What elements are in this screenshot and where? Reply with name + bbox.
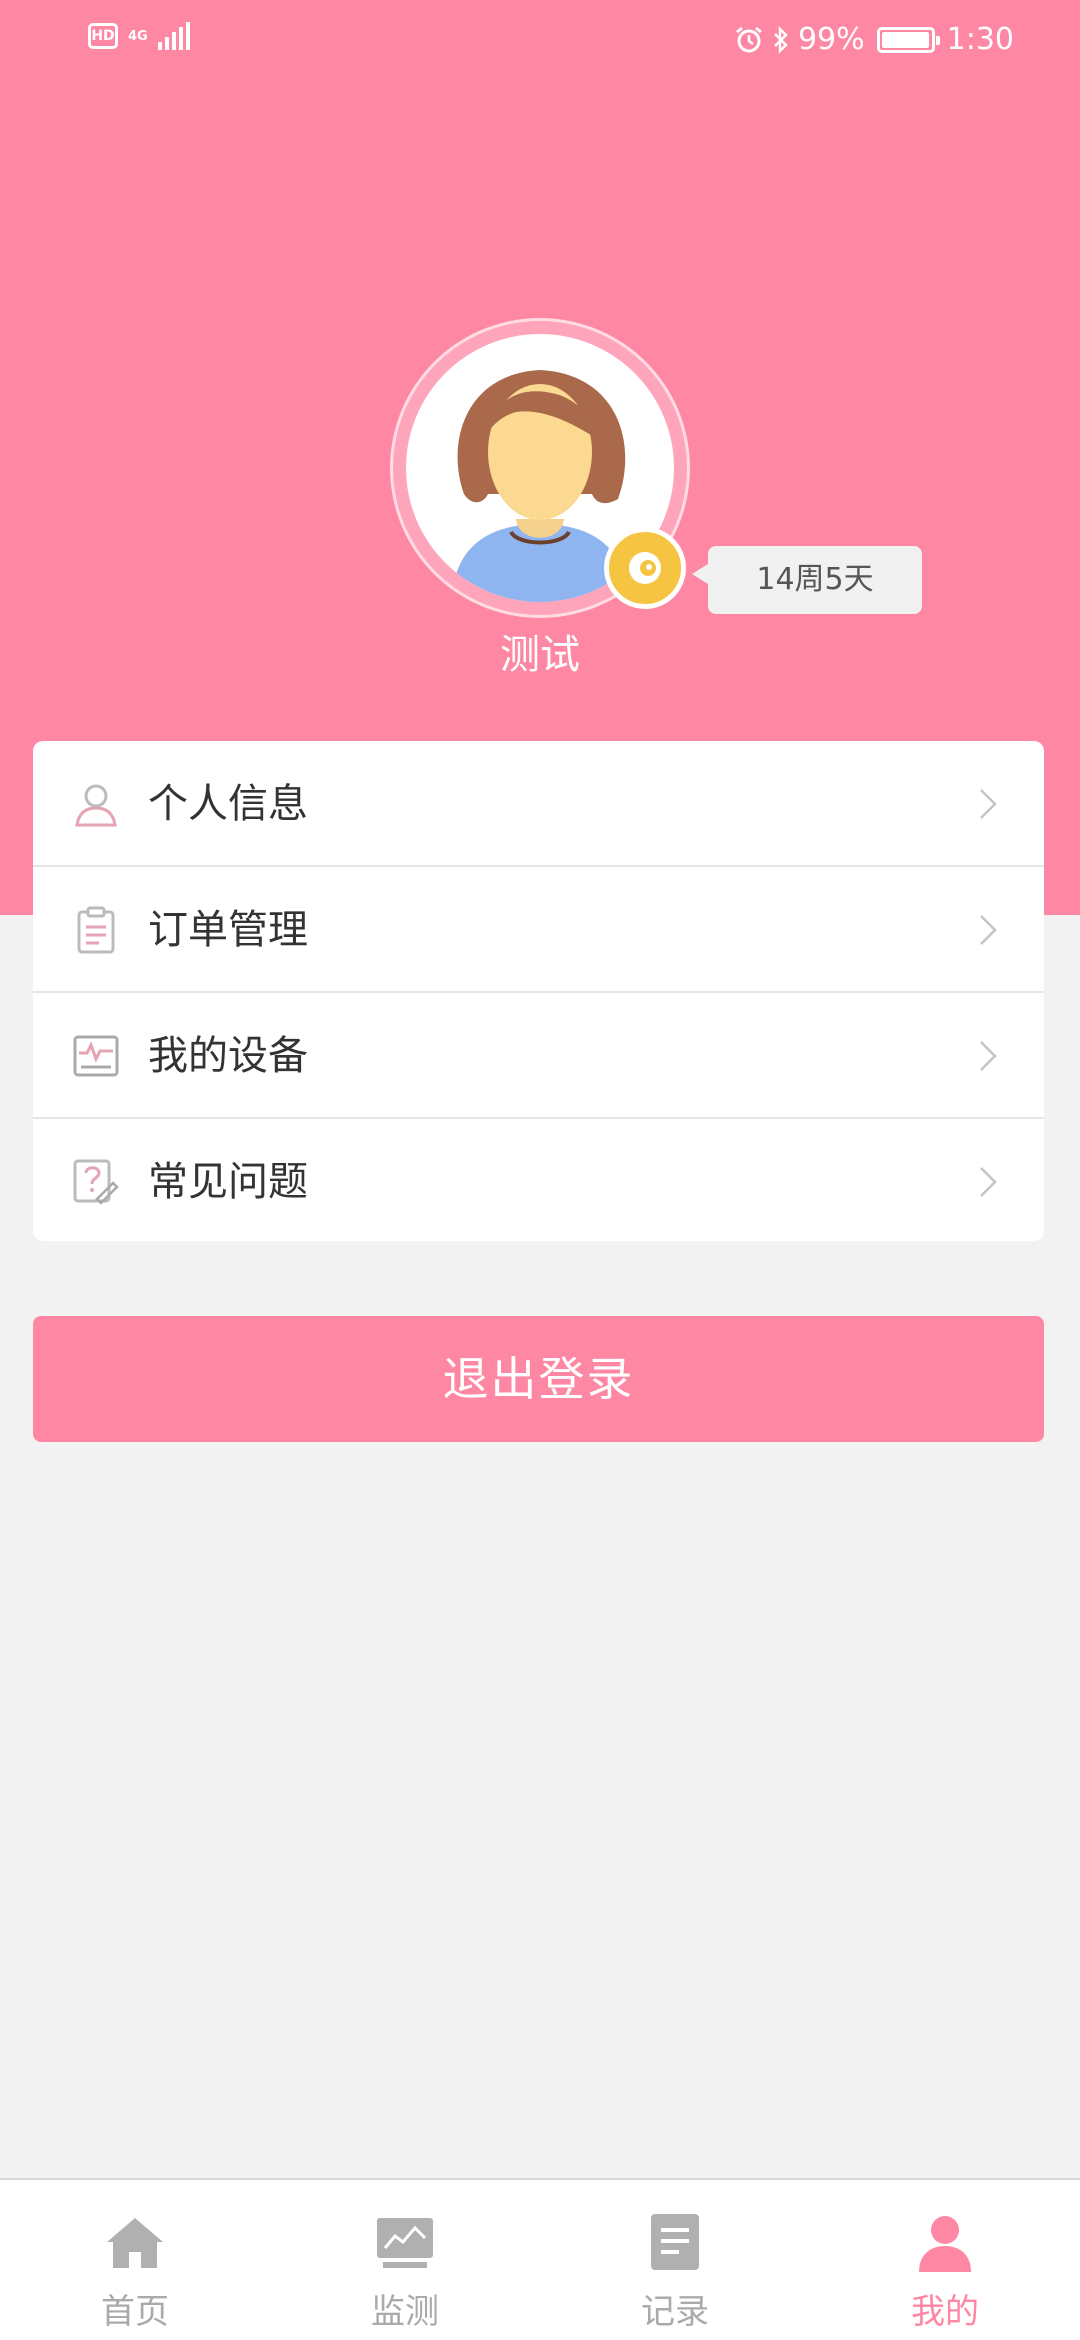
question-icon — [73, 1159, 119, 1205]
profile-screen: HD 4G 99% 1:30 14周5天 测试 个人信息 订单管理 我的设备 常… — [0, 0, 1080, 2340]
username: 测试 — [500, 632, 580, 678]
user-icon — [919, 2216, 971, 2272]
status-bar-right: 99% 1:30 — [734, 18, 1014, 62]
nav-item-label: 监测 — [371, 2292, 439, 2332]
battery-percent: 99% — [797, 22, 865, 57]
signal-icon — [157, 22, 190, 50]
chevron-right-icon — [980, 789, 997, 819]
menu-item-label: 个人信息 — [148, 781, 308, 827]
status-bar-left: HD 4G — [88, 22, 190, 50]
document-icon — [651, 2214, 699, 2270]
monitor-icon — [73, 1035, 119, 1077]
menu-item-personal-info[interactable]: 个人信息 — [33, 741, 1044, 867]
person-icon — [75, 784, 117, 827]
nav-item-monitor[interactable]: 监测 — [270, 2180, 540, 2340]
nav-item-label: 我的 — [911, 2292, 979, 2332]
menu-item-label: 订单管理 — [148, 907, 308, 953]
alarm-icon — [736, 26, 762, 53]
menu-item-devices[interactable]: 我的设备 — [33, 993, 1044, 1119]
level-badge-icon[interactable] — [604, 527, 686, 609]
nav-item-label: 首页 — [101, 2292, 169, 2332]
logout-button[interactable]: 退出登录 — [33, 1316, 1044, 1442]
menu-card: 个人信息 订单管理 我的设备 常见问题 — [33, 741, 1044, 1241]
chevron-right-icon — [980, 1041, 997, 1071]
chevron-right-icon — [980, 915, 997, 945]
menu-item-label: 常见问题 — [148, 1159, 308, 1205]
battery-icon — [876, 27, 940, 53]
nav-item-home[interactable]: 首页 — [0, 2180, 270, 2340]
hd-badge: HD — [88, 23, 118, 49]
bottom-nav: 首页 监测 记录 我的 — [0, 2178, 1080, 2340]
nav-item-records[interactable]: 记录 — [540, 2180, 810, 2340]
clipboard-icon — [77, 906, 115, 954]
menu-item-label: 我的设备 — [148, 1033, 308, 1079]
nav-item-label: 记录 — [641, 2292, 709, 2332]
network-type: 4G — [128, 28, 148, 44]
bluetooth-icon — [774, 25, 788, 55]
clock-time: 1:30 — [946, 22, 1014, 57]
chart-icon — [377, 2218, 433, 2268]
status-bar: HD 4G 99% 1:30 — [0, 0, 1080, 80]
home-icon — [107, 2218, 163, 2268]
nav-item-mine[interactable]: 我的 — [810, 2180, 1080, 2340]
chevron-right-icon — [980, 1167, 997, 1197]
menu-item-faq[interactable]: 常见问题 — [33, 1119, 1044, 1241]
menu-item-orders[interactable]: 订单管理 — [33, 867, 1044, 993]
pregnancy-week-tag: 14周5天 — [692, 546, 922, 614]
